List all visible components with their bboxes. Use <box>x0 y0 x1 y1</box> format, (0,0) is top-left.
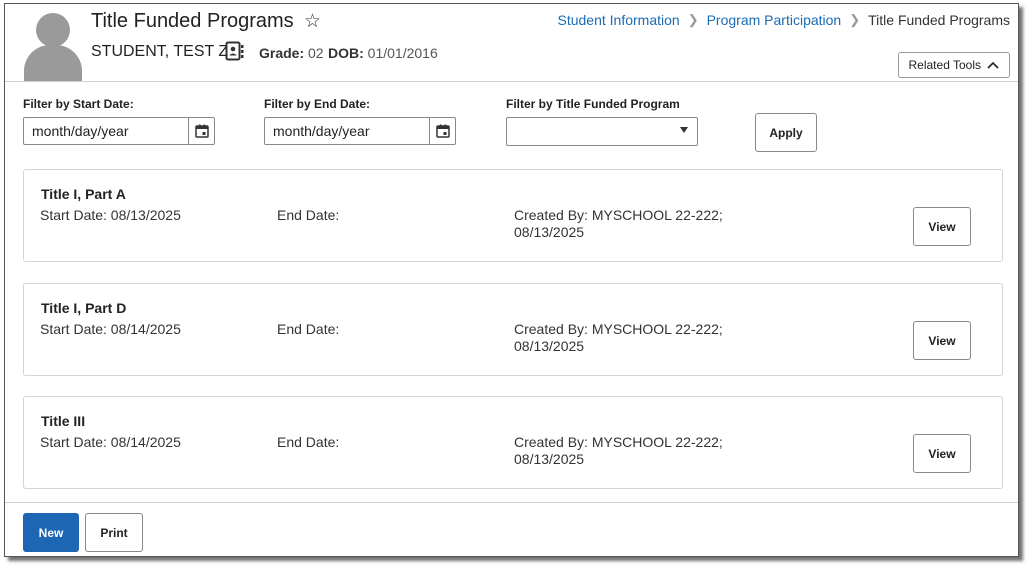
related-tools-button[interactable]: Related Tools <box>897 52 1010 78</box>
dob-value: 01/01/2016 <box>367 45 438 61</box>
created-date-line: 08/13/2025 <box>514 451 585 467</box>
program-created-by: Created By: MYSCHOOL 22-222; 08/13/2025 <box>514 207 723 241</box>
breadcrumb-student-information[interactable]: Student Information <box>558 12 680 28</box>
grade-label: Grade: <box>259 45 305 61</box>
start-date-filter-label: Filter by Start Date: <box>23 97 134 111</box>
view-button[interactable]: View <box>913 321 971 360</box>
chevron-right-icon: ❯ <box>687 12 699 27</box>
program-start-date: Start Date: 08/14/2025 <box>40 434 181 450</box>
breadcrumb-program-participation[interactable]: Program Participation <box>707 12 842 28</box>
chevron-up-icon <box>987 61 999 69</box>
created-by-line: Created By: MYSCHOOL 22-222; <box>514 207 723 223</box>
calendar-icon[interactable] <box>188 118 214 144</box>
program-start-date: Start Date: 08/14/2025 <box>40 321 181 337</box>
created-date-line: 08/13/2025 <box>514 338 585 354</box>
program-card: Title I, Part D Start Date: 08/14/2025 E… <box>23 283 1003 376</box>
program-end-date: End Date: <box>277 321 340 337</box>
grade-info: Grade: 02 <box>259 45 324 61</box>
program-title: Title I, Part D <box>41 300 127 316</box>
app-window: Title Funded Programs ☆ STUDENT, TEST Z … <box>4 3 1019 557</box>
program-filter-label: Filter by Title Funded Program <box>506 97 680 111</box>
created-date-line: 08/13/2025 <box>514 224 585 240</box>
created-by-line: Created By: MYSCHOOL 22-222; <box>514 321 723 337</box>
print-button[interactable]: Print <box>85 513 143 552</box>
chevron-right-icon: ❯ <box>849 12 861 27</box>
contact-card-icon[interactable] <box>225 41 244 66</box>
person-avatar-icon <box>24 13 82 81</box>
program-start-date: Start Date: 08/13/2025 <box>40 207 181 223</box>
page-title: Title Funded Programs <box>91 10 294 32</box>
program-end-date: End Date: <box>277 207 340 223</box>
end-date-input[interactable]: month/day/year <box>264 117 456 145</box>
program-card: Title III Start Date: 08/14/2025 End Dat… <box>23 396 1003 489</box>
program-title: Title I, Part A <box>41 186 126 202</box>
dob-info: DOB: 01/01/2016 <box>328 45 438 61</box>
start-date-input[interactable]: month/day/year <box>23 117 215 145</box>
created-by-line: Created By: MYSCHOOL 22-222; <box>514 434 723 450</box>
view-button[interactable]: View <box>913 207 971 246</box>
program-created-by: Created By: MYSCHOOL 22-222; 08/13/2025 <box>514 321 723 355</box>
student-name: STUDENT, TEST Z <box>91 43 229 60</box>
view-button[interactable]: View <box>913 434 971 473</box>
program-card: Title I, Part A Start Date: 08/13/2025 E… <box>23 169 1003 262</box>
program-filter-select[interactable] <box>506 117 698 146</box>
end-date-filter-label: Filter by End Date: <box>264 97 371 111</box>
calendar-icon[interactable] <box>429 118 455 144</box>
program-created-by: Created By: MYSCHOOL 22-222; 08/13/2025 <box>514 434 723 468</box>
star-outline-icon[interactable]: ☆ <box>304 10 321 33</box>
new-button[interactable]: New <box>23 513 79 552</box>
related-tools-label: Related Tools <box>908 58 982 72</box>
start-date-placeholder: month/day/year <box>32 123 129 139</box>
program-end-date: End Date: <box>277 434 340 450</box>
end-date-placeholder: month/day/year <box>273 123 370 139</box>
breadcrumb-current: Title Funded Programs <box>868 12 1010 28</box>
student-header: Title Funded Programs ☆ STUDENT, TEST Z … <box>5 4 1018 82</box>
breadcrumb: Student Information ❯ Program Participat… <box>558 12 1011 28</box>
grade-value: 02 <box>308 45 324 61</box>
program-title: Title III <box>41 413 86 429</box>
dob-label: DOB: <box>328 45 364 61</box>
action-bar: New Print <box>5 502 1018 556</box>
apply-button[interactable]: Apply <box>755 113 817 152</box>
caret-down-icon <box>680 127 688 133</box>
